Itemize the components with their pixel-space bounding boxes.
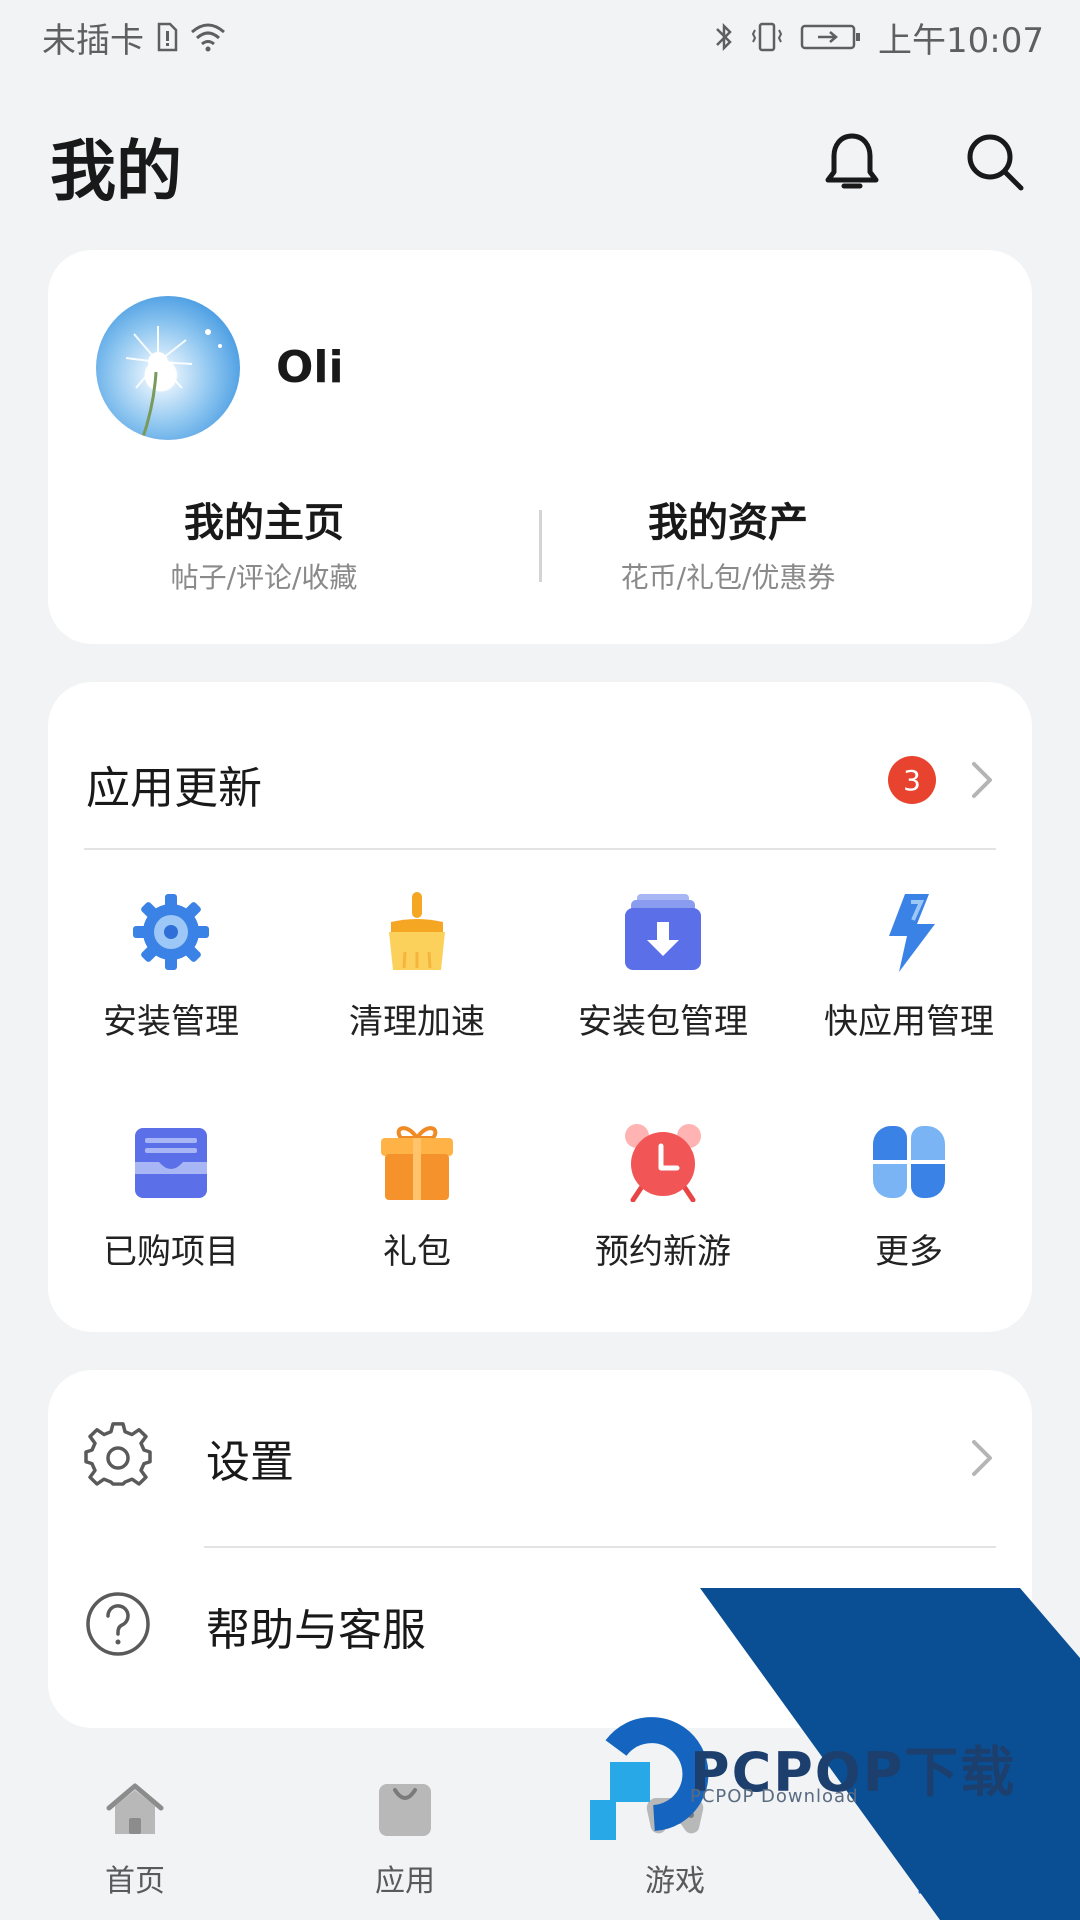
tile-package-manager[interactable]: 安装包管理 [540, 872, 786, 1072]
tile-cleanup[interactable]: 清理加速 [294, 872, 540, 1072]
my-assets-link[interactable]: 我的资产 花币/礼包/优惠券 [528, 490, 928, 596]
tile-label: 礼包 [383, 1232, 451, 1272]
tile-label: 快应用管理 [824, 1002, 994, 1042]
clock-text: 上午10:07 [878, 20, 1044, 61]
battery-icon [800, 22, 862, 52]
notifications-button[interactable] [812, 122, 892, 202]
tile-install-manager[interactable]: 安装管理 [48, 872, 294, 1072]
sim-alert-icon [156, 22, 178, 52]
nav-label: 应用 [375, 1864, 435, 1899]
tile-more[interactable]: 更多 [786, 1102, 1032, 1302]
tile-gift-pack[interactable]: 礼包 [294, 1102, 540, 1302]
tile-label: 安装包管理 [578, 1002, 748, 1042]
username[interactable]: Oli [276, 342, 344, 393]
update-count-badge: 3 [888, 756, 936, 804]
my-homepage-link[interactable]: 我的主页 帖子/评论/收藏 [64, 490, 464, 596]
search-icon [967, 134, 1024, 191]
more-grid-icon [873, 1126, 945, 1198]
purchased-tray-icon [135, 1128, 207, 1198]
my-assets-subtitle: 花币/礼包/优惠券 [620, 561, 836, 594]
tile-label: 预约新游 [595, 1232, 731, 1272]
vibrate-icon [750, 20, 784, 54]
watermark-subtitle: PCPOP Download [690, 1786, 859, 1807]
tile-label: 清理加速 [349, 1002, 485, 1042]
app-updates-card: 应用更新 3 安装管理 清理加速 安装包管理 快应用管理 已购项目 礼包 预约新… [48, 682, 1032, 1332]
pcpop-logo [590, 1717, 709, 1840]
package-download-icon [625, 894, 701, 970]
bluetooth-icon [714, 20, 734, 54]
settings-label: 设置 [206, 1437, 294, 1488]
settings-row[interactable]: 设置 [48, 1370, 1032, 1538]
search-button[interactable] [955, 122, 1035, 202]
carrier-text: 未插卡 [42, 20, 144, 61]
tile-label: 更多 [875, 1232, 943, 1272]
tile-label: 已购项目 [103, 1232, 239, 1272]
app-updates-row[interactable]: 应用更新 3 [48, 682, 1032, 848]
page-header: 我的 [0, 100, 1080, 220]
status-bar: 未插卡 上午10:07 [0, 0, 1080, 74]
updates-divider [84, 848, 996, 850]
chevron-right-icon [972, 762, 992, 798]
bell-icon [825, 133, 879, 189]
gear-icon [84, 1422, 152, 1486]
app-updates-title: 应用更新 [86, 763, 262, 814]
help-icon [86, 1592, 150, 1656]
gear-install-icon [133, 894, 209, 970]
alarm-clock-icon [625, 1124, 701, 1202]
avatar[interactable] [96, 296, 240, 440]
nav-home[interactable]: 首页 [0, 1780, 270, 1900]
nav-apps[interactable]: 应用 [270, 1780, 540, 1900]
tile-label: 安装管理 [103, 1002, 239, 1042]
broom-icon [389, 892, 445, 970]
tile-reserve-games[interactable]: 预约新游 [540, 1102, 786, 1302]
dandelion-image [125, 326, 222, 440]
tile-purchased[interactable]: 已购项目 [48, 1102, 294, 1302]
my-homepage-title: 我的主页 [184, 500, 344, 546]
wifi-icon [190, 22, 226, 52]
tile-quick-app-manager[interactable]: 快应用管理 [786, 872, 1032, 1072]
page-title: 我的 [50, 133, 182, 210]
lightning-icon [889, 894, 935, 972]
nav-label: 首页 [105, 1864, 165, 1899]
chevron-right-icon [972, 1440, 992, 1476]
my-assets-title: 我的资产 [648, 500, 808, 546]
bag-icon [379, 1784, 431, 1836]
my-homepage-subtitle: 帖子/评论/收藏 [170, 561, 358, 594]
gift-icon [381, 1126, 453, 1200]
help-label: 帮助与客服 [206, 1605, 426, 1656]
profile-card: Oli 我的主页 帖子/评论/收藏 我的资产 花币/礼包/优惠券 [48, 250, 1032, 644]
home-icon [106, 1783, 164, 1834]
